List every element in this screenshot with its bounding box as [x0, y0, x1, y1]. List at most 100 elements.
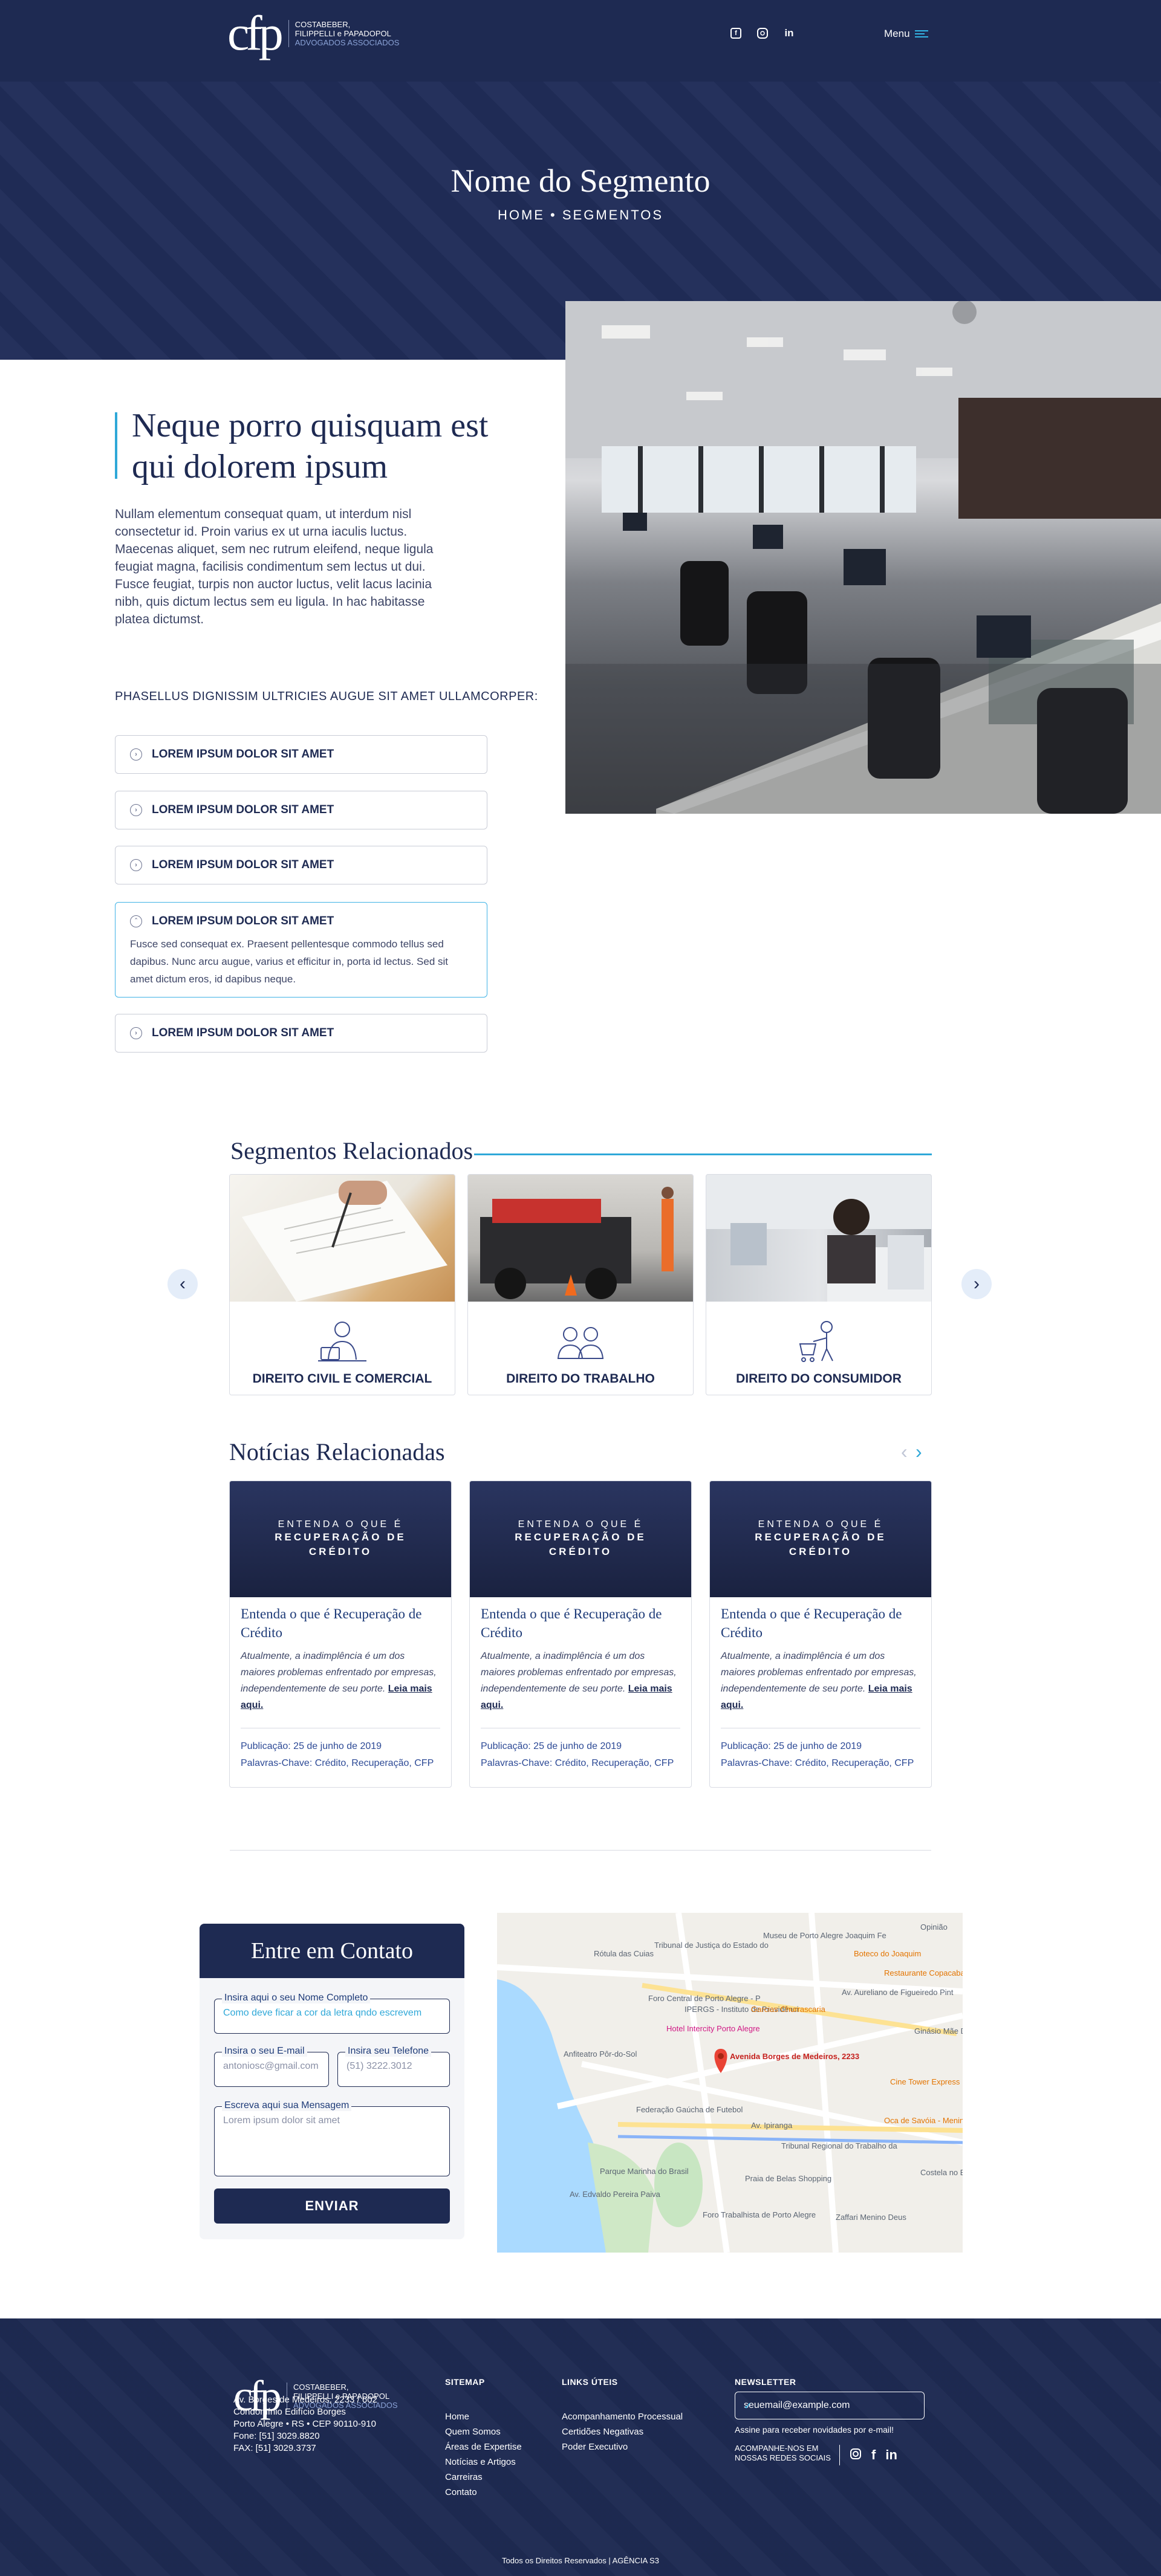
intro-title: Neque porro quisquam est qui dolorem ips… — [132, 407, 489, 485]
news-card-title[interactable]: Entenda o que é Recuperação de Crédito — [481, 1604, 680, 1642]
footer-link-quem-somos[interactable]: Quem Somos — [445, 2424, 522, 2439]
footer-link-noticias[interactable]: Notícias e Artigos — [445, 2454, 522, 2470]
map-label: Costela no Bafo — [920, 2168, 963, 2177]
accordion-header[interactable]: › LOREM IPSUM DOLOR SIT AMET — [115, 791, 487, 829]
office-photo — [565, 301, 1161, 814]
header-socials: f in — [730, 27, 795, 39]
site-footer: cfp COSTABEBER, FILIPPELLI e PAPADOPOL A… — [0, 2318, 1161, 2576]
map-label: Oca de Savóia - Menino Deus — [884, 2116, 963, 2125]
segment-card-consumidor[interactable]: DIREITO DO CONSUMIDOR — [706, 1174, 932, 1395]
news-image: ENTENDA O QUE É RECUPERAÇÃO DE CRÉDITO — [470, 1481, 691, 1597]
footer-link-acompanhamento[interactable]: Acompanhamento Processual — [562, 2409, 683, 2424]
segment-card-trabalho[interactable]: DIREITO DO TRABALHO — [467, 1174, 694, 1395]
footer-link-contato[interactable]: Contato — [445, 2485, 522, 2500]
page-title: Nome do Segmento — [450, 163, 711, 199]
news-tags: Palavras-Chave: Crédito, Recuperação, CF… — [241, 1758, 434, 1768]
map-label: Cine Tower Express — [890, 2077, 960, 2086]
map-label: Federação Gaúcha de Futebol — [636, 2105, 743, 2114]
map-label: Restaurante Copacabana — [884, 1968, 963, 1977]
breadcrumb[interactable]: HOME • SEGMENTOS — [0, 207, 1161, 223]
segment-label: DIREITO DO TRABALHO — [506, 1372, 655, 1386]
footer-link-home[interactable]: Home — [445, 2409, 522, 2424]
accordion-header[interactable]: › LOREM IPSUM DOLOR SIT AMET — [115, 846, 487, 884]
accordion-item-1[interactable]: › LOREM IPSUM DOLOR SIT AMET — [115, 735, 487, 774]
accordion-item-4[interactable]: ˆ LOREM IPSUM DOLOR SIT AMET Fusce sed co… — [115, 902, 487, 998]
accordion-item-5[interactable]: › LOREM IPSUM DOLOR SIT AMET — [115, 1014, 487, 1053]
businessman-laptop-icon — [230, 1317, 455, 1366]
news-card-text: Atualmente, a inadimplência é um dos mai… — [481, 1651, 677, 1710]
footer-address-lines: Av. Borges de Medeiros, 2233 / 602 Condo… — [233, 2395, 377, 2453]
map-label: Av. Aureliano de Figueiredo Pint — [842, 1988, 954, 1997]
follow-text: ACOMPANHE-NOS EM NOSSAS REDES SOCIAIS — [735, 2444, 831, 2462]
links-title: LINKS ÚTEIS — [562, 2377, 618, 2387]
copyright: Todos os Direitos Reservados | AGÊNCIA S… — [502, 2556, 659, 2565]
chevron-circle-icon: › — [130, 748, 142, 761]
location-map[interactable]: Museu de Porto Alegre Joaquim Fe Tribunal… — [497, 1913, 963, 2253]
instagram-icon[interactable] — [850, 2448, 862, 2463]
map-label: Tribunal de Justiça do Estado do — [654, 1941, 769, 1950]
news-card[interactable]: ENTENDA O QUE É RECUPERAÇÃO DE CRÉDITO E… — [709, 1481, 932, 1788]
segments-prev-arrow[interactable]: ‹ — [167, 1269, 198, 1299]
logo-mark: cfp — [227, 5, 284, 60]
facebook-icon[interactable]: f — [871, 2447, 876, 2463]
accordion-header[interactable]: ˆ LOREM IPSUM DOLOR SIT AMET — [115, 903, 487, 940]
news-date: Publicação: 25 de junho de 2019 — [481, 1741, 622, 1751]
segment-label: DIREITO CIVIL E COMERCIAL — [252, 1372, 432, 1386]
news-prev-arrow[interactable]: ‹ — [901, 1441, 908, 1463]
map-label: Garcias Churrascaria — [751, 2005, 826, 2014]
footer-link-certidoes[interactable]: Certidões Negativas — [562, 2424, 683, 2439]
menu-button[interactable]: Menu — [884, 28, 928, 40]
map-label: Museu de Porto Alegre Joaquim Fe — [763, 1931, 886, 1940]
newsletter-title: NEWSLETTER — [735, 2377, 796, 2387]
chevron-circle-icon: › — [130, 804, 142, 816]
news-date: Publicação: 25 de junho de 2019 — [241, 1741, 382, 1751]
footer-link-poder-executivo[interactable]: Poder Executivo — [562, 2439, 683, 2454]
news-card-title[interactable]: Entenda o que é Recuperação de Crédito — [721, 1604, 920, 1642]
map-label: Foro Central de Porto Alegre - P — [648, 1994, 761, 2003]
footer-link-carreiras[interactable]: Carreiras — [445, 2470, 522, 2485]
accordion-item-2[interactable]: › LOREM IPSUM DOLOR SIT AMET — [115, 791, 487, 829]
name-field[interactable]: Insira aqui o seu Nome Completo Como dev… — [214, 1993, 450, 2034]
chevron-circle-icon: › — [130, 1027, 142, 1039]
instagram-icon[interactable] — [757, 28, 768, 39]
message-field[interactable]: Escreva aqui sua Mensagem Lorem ipsum do… — [214, 2100, 450, 2176]
segment-label: DIREITO DO CONSUMIDOR — [736, 1372, 902, 1386]
accordion-header[interactable]: › LOREM IPSUM DOLOR SIT AMET — [115, 736, 487, 773]
phone-field[interactable]: Insira seu Telefone (51) 3222.3012 — [337, 2046, 450, 2087]
segments-next-arrow[interactable]: › — [961, 1269, 992, 1299]
linkedin-icon[interactable]: in — [885, 2447, 897, 2463]
sitemap-list: Home Quem Somos Áreas de Expertise Notíc… — [445, 2409, 522, 2500]
accordion-header[interactable]: › LOREM IPSUM DOLOR SIT AMET — [115, 1014, 487, 1052]
hamburger-icon — [914, 30, 928, 37]
segment-photo — [468, 1175, 693, 1302]
news-date: Publicação: 25 de junho de 2019 — [721, 1741, 862, 1751]
news-image: ENTENDA O QUE É RECUPERAÇÃO DE CRÉDITO — [230, 1481, 451, 1597]
map-label: Opinião — [920, 1922, 948, 1932]
menu-label: Menu — [884, 28, 910, 39]
segment-photo — [230, 1175, 455, 1302]
news-card-text: Atualmente, a inadimplência é um dos mai… — [721, 1651, 917, 1710]
email-field[interactable]: Insira o seu E-mail antoniosc@gmail.com — [214, 2046, 329, 2087]
news-card[interactable]: ENTENDA O QUE É RECUPERAÇÃO DE CRÉDITO E… — [229, 1481, 452, 1788]
news-next-arrow[interactable]: › — [915, 1441, 922, 1463]
intro-accent-bar — [115, 412, 117, 479]
segment-card-civil[interactable]: DIREITO CIVIL E COMERCIAL — [229, 1174, 455, 1395]
site-header: cfp COSTABEBER, FILIPPELLI e PAPADOPOL A… — [0, 0, 1161, 82]
newsletter-input[interactable]: seuemail@example.com ✓ — [735, 2392, 925, 2419]
logo[interactable]: cfp COSTABEBER, FILIPPELLI e PAPADOPOL A… — [227, 8, 399, 58]
accordion-body: Fusce sed consequat ex. Praesent pellent… — [130, 938, 449, 985]
send-button[interactable]: ENVIAR — [214, 2188, 450, 2224]
news-tags: Palavras-Chave: Crédito, Recuperação, CF… — [481, 1758, 674, 1768]
check-icon[interactable]: ✓ — [744, 2400, 917, 2412]
facebook-icon[interactable]: f — [730, 28, 741, 39]
footer-link-areas[interactable]: Áreas de Expertise — [445, 2439, 522, 2454]
news-image: ENTENDA O QUE É RECUPERAÇÃO DE CRÉDITO — [710, 1481, 931, 1597]
news-card[interactable]: ENTENDA O QUE É RECUPERAÇÃO DE CRÉDITO E… — [469, 1481, 692, 1788]
map-label: Boteco do Joaquim — [854, 1949, 921, 1958]
two-people-icon — [468, 1317, 693, 1366]
news-card-title[interactable]: Entenda o que é Recuperação de Crédito — [241, 1604, 440, 1642]
accordion-item-3[interactable]: › LOREM IPSUM DOLOR SIT AMET — [115, 846, 487, 884]
logo-text: COSTABEBER, FILIPPELLI e PAPADOPOL ADVOG… — [288, 19, 399, 47]
linkedin-icon[interactable]: in — [784, 27, 795, 39]
map-label: Praia de Belas Shopping — [745, 2174, 831, 2183]
